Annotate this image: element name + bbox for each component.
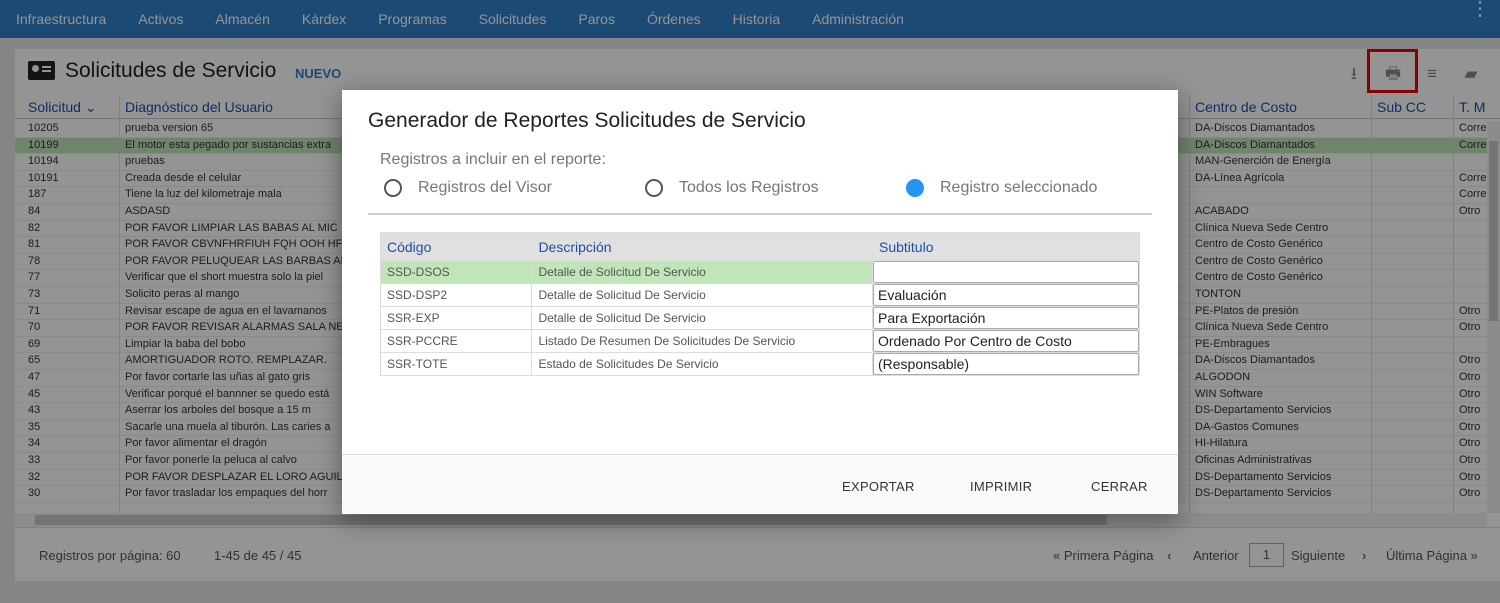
report-code: SSR-EXP (379, 306, 533, 330)
report-row[interactable]: SSR-TOTE Estado de Solicitudes De Servici… (379, 352, 1140, 376)
report-row[interactable]: SSD-DSOS Detalle de Solicitud De Servicio (379, 260, 1140, 284)
report-code: SSD-DSP2 (379, 283, 533, 307)
report-row[interactable]: SSR-EXP Detalle de Solicitud De Servicio P… (379, 306, 1140, 330)
dialog-title: Generador de Reportes Solicitudes de Ser… (368, 109, 806, 132)
radio-label: Registros del Visor (418, 179, 552, 196)
divider (368, 213, 1152, 215)
close-button[interactable]: CERRAR (1091, 479, 1148, 494)
report-table-header: Código Descripción Subtitulo (379, 232, 1140, 261)
report-table: Código Descripción Subtitulo SSD-DSOS Det… (379, 232, 1140, 376)
report-subtitle-cell: Para Exportación (872, 306, 1140, 330)
report-description: Detalle de Solicitud De Servicio (531, 283, 873, 307)
report-header-descripcion: Descripción (531, 232, 873, 261)
radio-icon[interactable] (384, 179, 402, 197)
radio-label: Todos los Registros (679, 179, 819, 196)
radio-registro-seleccionado[interactable]: Registro seleccionado (906, 179, 1097, 197)
report-generator-dialog: Generador de Reportes Solicitudes de Ser… (342, 90, 1178, 514)
export-button[interactable]: EXPORTAR (842, 479, 915, 494)
subtitle-input[interactable]: Para Exportación (873, 307, 1139, 329)
radio-todos-registros[interactable]: Todos los Registros (645, 179, 819, 197)
report-code: SSR-TOTE (379, 352, 533, 376)
report-code: SSR-PCCRE (379, 329, 533, 353)
subtitle-input[interactable]: Evaluación (873, 284, 1139, 306)
radio-label: Registro seleccionado (940, 179, 1098, 196)
subtitle-input[interactable]: Ordenado Por Centro de Costo (873, 330, 1139, 352)
report-subtitle-cell: Ordenado Por Centro de Costo (872, 329, 1140, 353)
report-row[interactable]: SSR-PCCRE Listado De Resumen De Solicitud… (379, 329, 1140, 353)
report-description: Listado De Resumen De Solicitudes De Ser… (531, 329, 873, 353)
report-subtitle-cell: (Responsable) (872, 352, 1140, 376)
report-description: Detalle de Solicitud De Servicio (531, 306, 873, 330)
radio-selected-icon[interactable] (906, 179, 924, 197)
radio-icon[interactable] (645, 179, 663, 197)
dialog-subtitle: Registros a incluir en el reporte: (380, 151, 606, 168)
report-description: Detalle de Solicitud De Servicio (531, 260, 873, 284)
subtitle-input[interactable] (873, 261, 1139, 283)
report-subtitle-cell: Evaluación (872, 283, 1140, 307)
subtitle-input[interactable]: (Responsable) (873, 353, 1139, 375)
report-row[interactable]: SSD-DSP2 Detalle de Solicitud De Servicio… (379, 283, 1140, 307)
report-header-codigo: Código (379, 232, 533, 261)
report-code: SSD-DSOS (379, 260, 533, 284)
print-button[interactable]: IMPRIMIR (970, 479, 1032, 494)
report-subtitle-cell (872, 260, 1140, 284)
report-header-subtitulo: Subtitulo (872, 232, 1140, 261)
report-description: Estado de Solicitudes De Servicio (531, 352, 873, 376)
dialog-footer: EXPORTAR IMPRIMIR CERRAR (342, 454, 1178, 514)
radio-registros-visor[interactable]: Registros del Visor (384, 179, 552, 197)
